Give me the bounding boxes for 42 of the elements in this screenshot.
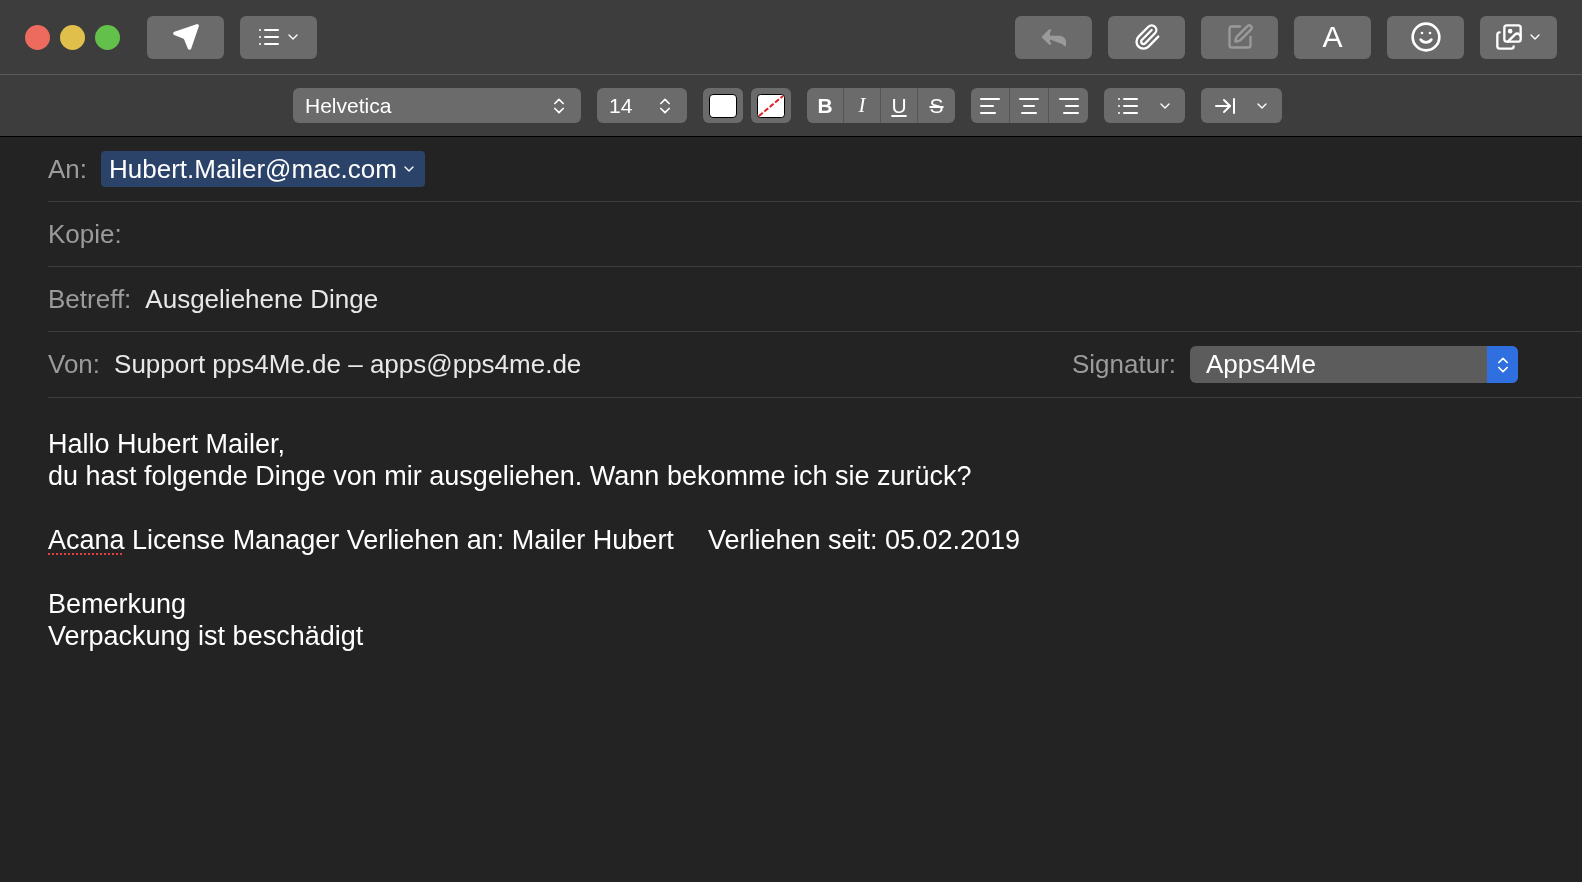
- zoom-window-button[interactable]: [95, 24, 120, 50]
- subject-label: Betreff:: [48, 282, 132, 316]
- strike-button[interactable]: S: [918, 88, 955, 123]
- close-window-button[interactable]: [25, 24, 50, 50]
- subject-field[interactable]: Ausgeliehene Dinge: [145, 279, 379, 319]
- from-label: Von:: [48, 348, 101, 381]
- body-text-line: Hallo Hubert Mailer,: [48, 428, 286, 460]
- emoji-button[interactable]: [1387, 15, 1464, 59]
- paperclip-icon: [1132, 23, 1161, 51]
- minimize-window-button[interactable]: [60, 24, 85, 50]
- indent-button[interactable]: [1201, 88, 1282, 123]
- color-swatch: [709, 93, 737, 118]
- send-button[interactable]: [147, 15, 224, 59]
- list-style-button[interactable]: [1104, 88, 1185, 123]
- background-color-button[interactable]: [751, 88, 791, 123]
- attach-button[interactable]: [1108, 15, 1185, 59]
- to-label: An:: [48, 152, 88, 186]
- fonts-button[interactable]: A: [1294, 15, 1371, 59]
- from-field[interactable]: Support pps4Me.de – apps@pps4me.de: [114, 345, 582, 384]
- body-text-line: du hast folgende Dinge von mir ausgeliehen. Wann bekomme ich sie zurück?: [48, 460, 972, 492]
- header-fields-button[interactable]: [240, 15, 317, 59]
- up-down-chevron-icon: [1487, 346, 1518, 383]
- photos-button[interactable]: [1480, 15, 1557, 59]
- paper-plane-icon: [171, 23, 200, 51]
- underline-button[interactable]: U: [881, 88, 918, 123]
- italic-button[interactable]: I: [844, 88, 881, 123]
- signature-label: Signatur:: [1071, 348, 1176, 381]
- body-text-line: Bemerkung: [48, 588, 187, 620]
- bold-button[interactable]: B: [807, 88, 844, 123]
- smiley-icon: [1409, 21, 1442, 53]
- recipient-token[interactable]: Hubert.Mailer@mac.com: [101, 151, 425, 187]
- pen-in-box-icon: [1225, 23, 1254, 51]
- no-color-swatch-icon: [757, 93, 785, 118]
- cc-label: Kopie:: [48, 217, 122, 251]
- signature-select[interactable]: Apps4Me: [1190, 346, 1518, 383]
- body-text-line: Verpackung ist beschädigt: [48, 620, 364, 652]
- font-size-select[interactable]: 14: [597, 88, 687, 123]
- photos-icon: [1494, 23, 1523, 51]
- text-color-button[interactable]: [703, 88, 743, 123]
- body-text-line: Verliehen seit: 05.02.2019: [707, 524, 1021, 556]
- body-text-line: Acana License Manager Verliehen an: Mailer Hubert: [48, 524, 674, 556]
- font-family-select[interactable]: Helvetica: [293, 88, 581, 123]
